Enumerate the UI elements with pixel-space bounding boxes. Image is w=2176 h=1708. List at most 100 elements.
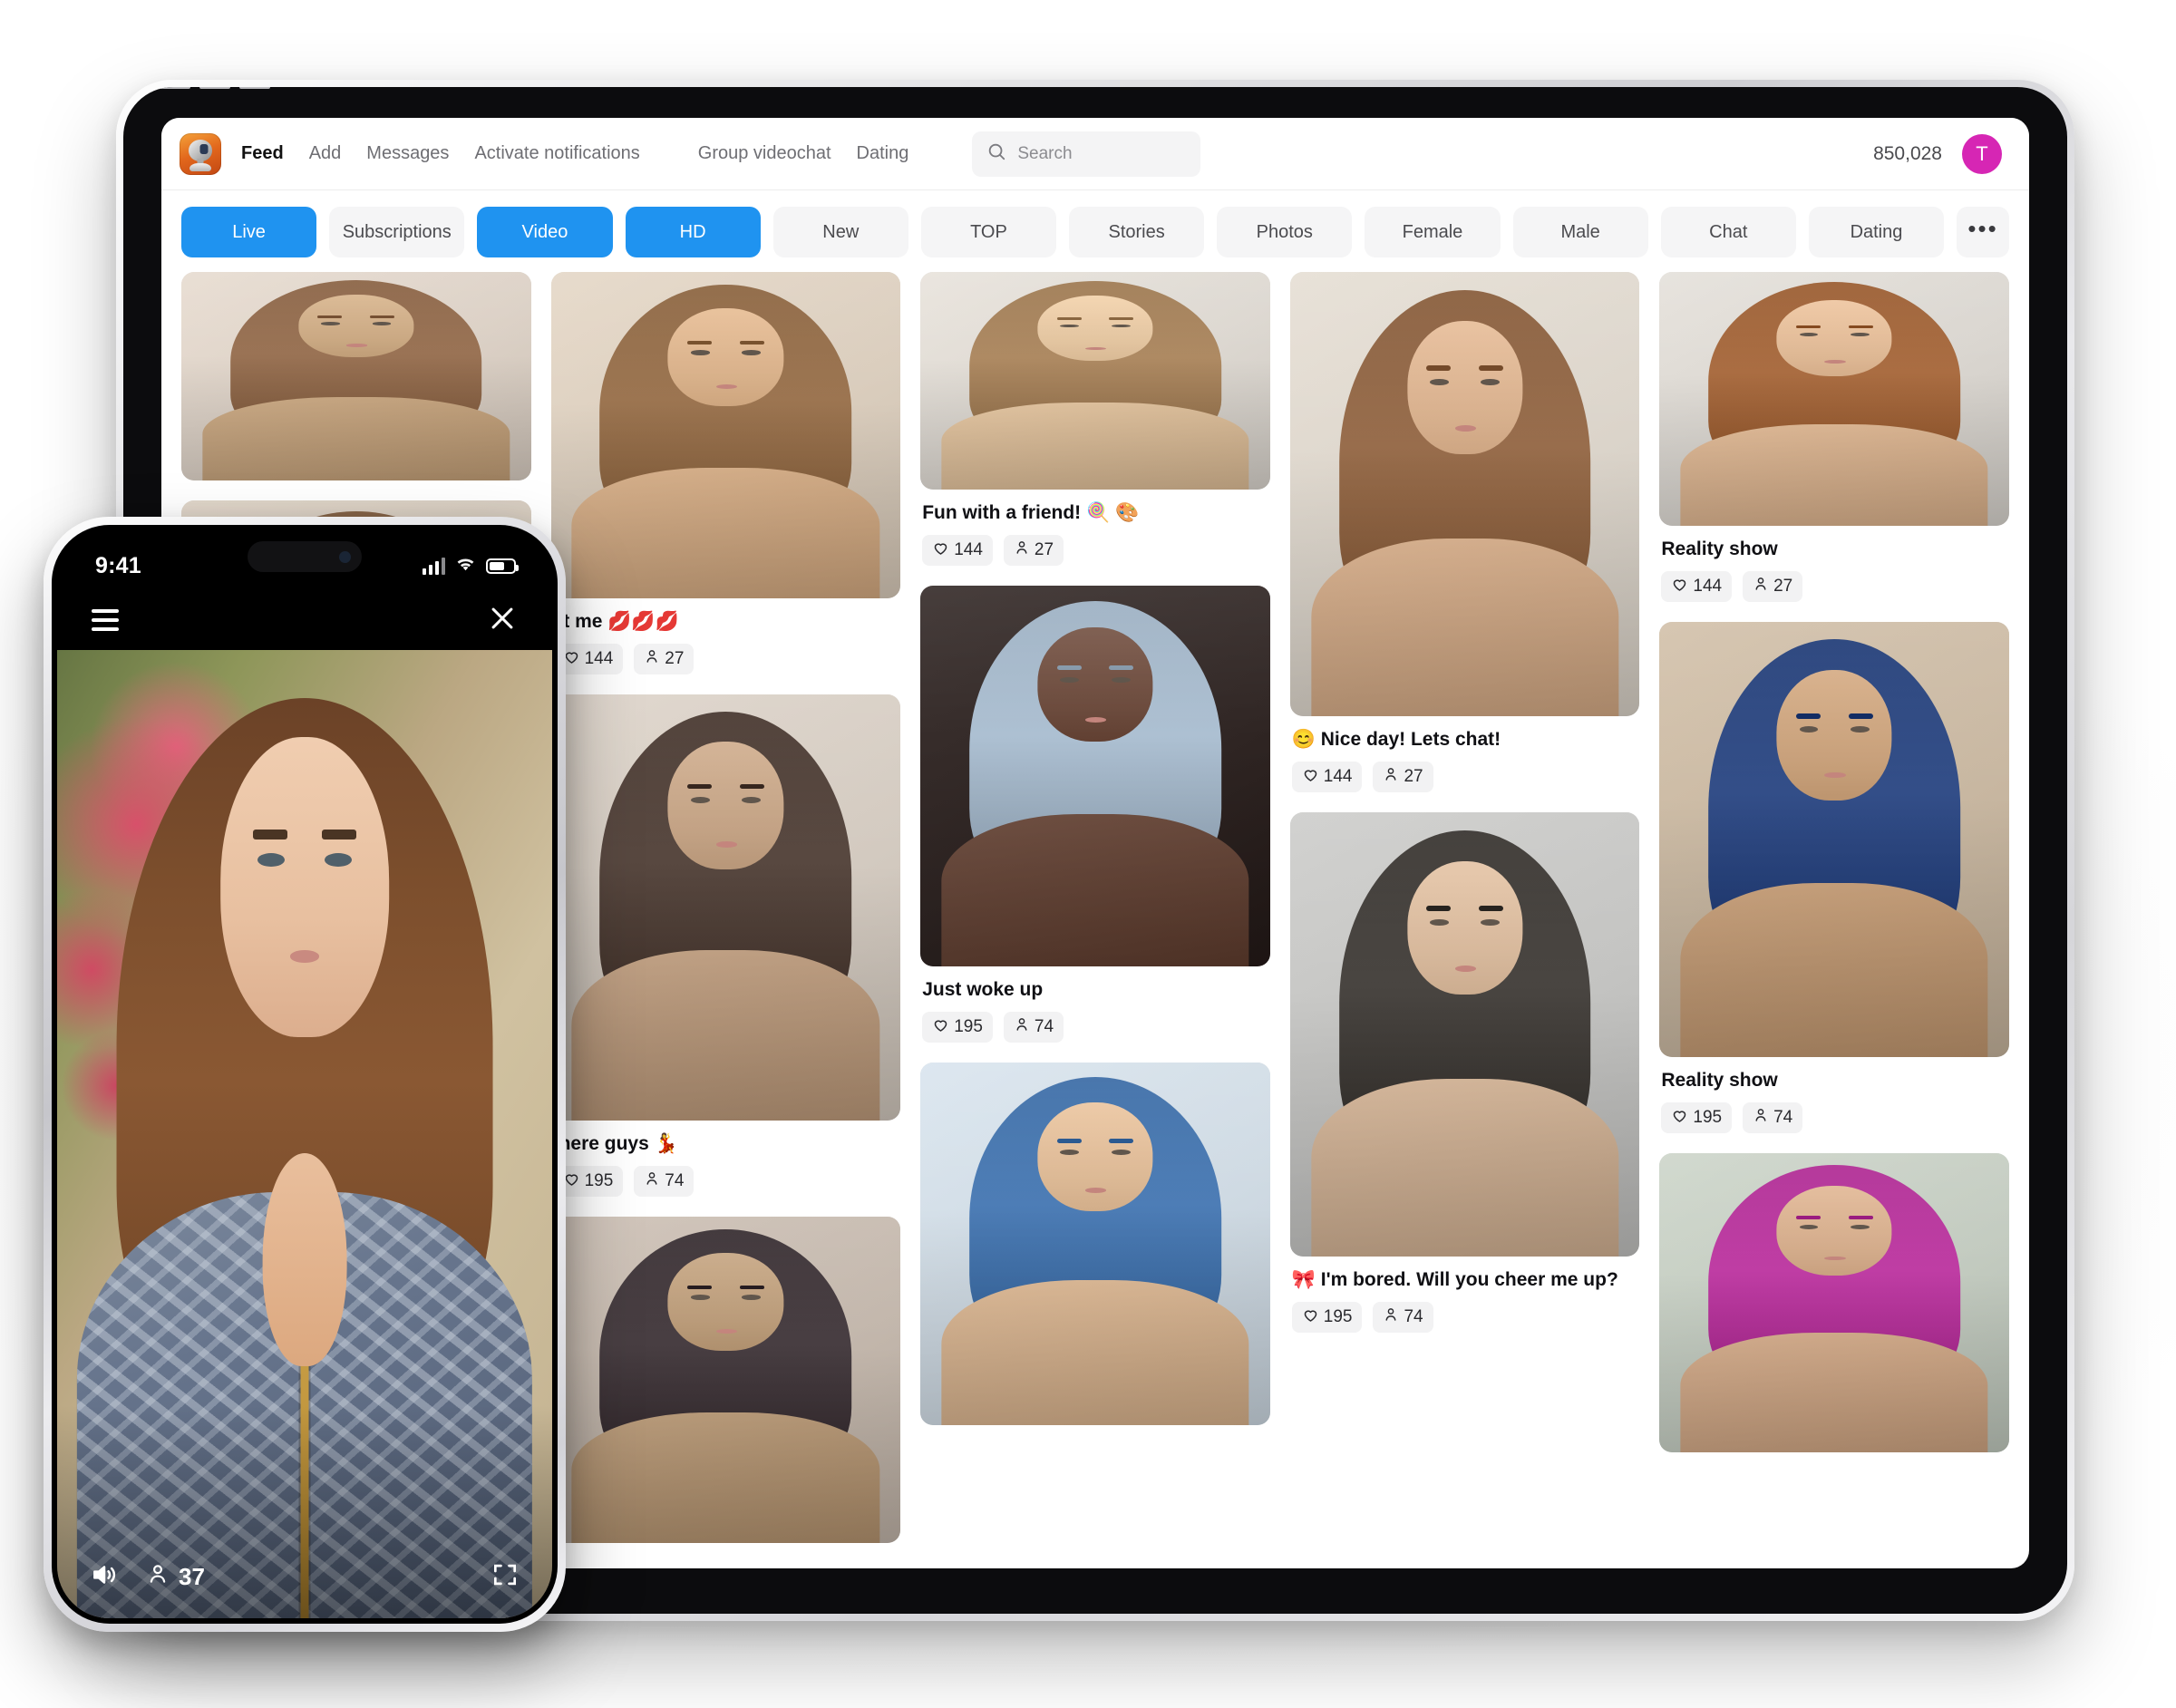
card-caption: Reality show <box>1661 539 1778 559</box>
feed-card[interactable] <box>920 1063 1270 1425</box>
card-thumbnail[interactable] <box>1659 272 2009 526</box>
heart-icon <box>1302 766 1319 789</box>
phone-device-mockup: 9:41 37 <box>44 517 566 1632</box>
feed-card[interactable]: Just woke up 195 74 <box>920 586 1270 1043</box>
card-caption: Reality show <box>1661 1070 1778 1091</box>
search-input[interactable] <box>1017 143 1187 164</box>
heart-icon <box>932 539 949 562</box>
card-thumbnail[interactable] <box>920 586 1270 966</box>
feed-column-5: Reality show 144 27 Reality show 195 74 <box>1659 272 2009 1568</box>
like-count-pill[interactable]: 144 <box>1661 571 1733 602</box>
chip-dating[interactable]: Dating <box>1808 207 1945 257</box>
feed-column-3: Fun with a friend! 🍭 🎨 144 27 Just woke up… <box>920 272 1270 1568</box>
card-stats: 195 74 <box>551 1155 901 1197</box>
feed-card[interactable]: 🎀 I'm bored. Will you cheer me up? 195 74 <box>1289 812 1640 1333</box>
chip-subscriptions[interactable]: Subscriptions <box>329 207 465 257</box>
fullscreen-icon[interactable] <box>491 1560 520 1594</box>
nav-item-activate-notifications[interactable]: Activate notifications <box>474 143 639 164</box>
card-thumbnail[interactable] <box>1289 272 1640 716</box>
card-thumbnail[interactable] <box>181 272 531 480</box>
card-thumbnail[interactable] <box>920 1063 1270 1425</box>
card-thumbnail[interactable] <box>1659 1153 2009 1452</box>
feed-card[interactable] <box>550 1217 901 1543</box>
chip-hd[interactable]: HD <box>625 207 761 257</box>
heart-icon <box>1671 1107 1688 1130</box>
person-icon <box>1753 1107 1769 1129</box>
phone-status-icons <box>423 556 519 577</box>
feed-card[interactable] <box>181 272 531 480</box>
person-icon <box>146 1562 170 1592</box>
viewer-count-pill[interactable]: 74 <box>1373 1302 1433 1333</box>
heart-icon <box>932 1016 949 1039</box>
phone-live-video[interactable]: 37 <box>57 650 552 1618</box>
card-thumbnail[interactable] <box>1659 622 2009 1057</box>
viewer-count-pill[interactable]: 74 <box>1743 1102 1803 1133</box>
nav-item-add[interactable]: Add <box>309 143 342 164</box>
chip-top[interactable]: TOP <box>920 207 1057 257</box>
hamburger-menu-icon[interactable] <box>92 609 119 631</box>
nav-item-group-videochat[interactable]: Group videochat <box>698 143 831 164</box>
card-stats: 144 27 <box>551 633 901 674</box>
like-count-pill[interactable]: 195 <box>922 1012 993 1043</box>
search-box[interactable] <box>972 131 1201 177</box>
chip-video[interactable]: Video <box>477 207 613 257</box>
chip-chat[interactable]: Chat <box>1660 207 1796 257</box>
card-caption: there guys 💃 <box>552 1133 678 1154</box>
like-count-pill[interactable]: 144 <box>922 535 993 566</box>
close-icon[interactable] <box>487 603 518 638</box>
nav-item-dating[interactable]: Dating <box>857 143 909 164</box>
chip-live[interactable]: Live <box>181 207 317 257</box>
chip-male[interactable]: Male <box>1512 207 1648 257</box>
logo-camera-lens <box>199 143 209 154</box>
chip-new[interactable]: New <box>772 207 908 257</box>
card-thumbnail[interactable] <box>550 694 901 1121</box>
chip-more-options[interactable]: ••• <box>1957 207 2010 257</box>
chip-female[interactable]: Female <box>1365 207 1501 257</box>
card-thumbnail[interactable] <box>920 272 1270 490</box>
heart-icon <box>1302 1306 1319 1329</box>
feed-card[interactable]: Fun with a friend! 🍭 🎨 144 27 <box>920 272 1270 566</box>
feed-card[interactable]: there guys 💃 195 74 <box>550 694 901 1197</box>
speaker-volume-icon[interactable] <box>90 1560 119 1594</box>
header-right-group: 850,028 T <box>1873 133 2002 174</box>
viewer-count-pill[interactable]: 27 <box>634 644 695 674</box>
feed-card[interactable]: Reality show 144 27 <box>1659 272 2009 602</box>
chip-stories[interactable]: Stories <box>1069 207 1205 257</box>
feed-column-2: st me 💋💋💋 144 27 there guys 💃 195 74 <box>550 272 901 1568</box>
viewer-count-pill[interactable]: 27 <box>1743 571 1803 602</box>
feed-card[interactable]: st me 💋💋💋 144 27 <box>550 272 901 674</box>
person-icon <box>644 648 660 670</box>
app-header: Feed Add Messages Activate notifications… <box>161 118 2029 190</box>
like-count-pill[interactable]: 195 <box>1661 1102 1733 1133</box>
viewer-count-pill[interactable]: 74 <box>634 1166 695 1197</box>
nav-item-feed[interactable]: Feed <box>241 143 284 164</box>
viewer-count-pill[interactable]: 74 <box>1003 1012 1064 1043</box>
like-count-value: 195 <box>954 1017 983 1036</box>
card-thumbnail[interactable] <box>1289 812 1640 1257</box>
feed-card[interactable]: Reality show 195 74 <box>1659 622 2009 1133</box>
card-thumbnail[interactable] <box>550 1217 901 1543</box>
phone-status-bar: 9:41 <box>57 530 552 590</box>
nav-item-messages[interactable]: Messages <box>366 143 449 164</box>
webcam-logo-icon[interactable] <box>180 132 221 175</box>
viewer-count-pill[interactable]: 27 <box>1373 762 1433 792</box>
like-count-pill[interactable]: 195 <box>1291 1302 1363 1333</box>
avatar[interactable]: T <box>1962 133 2002 174</box>
wifi-icon <box>455 556 476 577</box>
card-stats: 144 27 <box>1290 751 1640 792</box>
card-caption: Fun with a friend! 🍭 🎨 <box>922 502 1140 523</box>
viewer-count-value: 74 <box>665 1171 685 1190</box>
feed-card[interactable] <box>1659 1153 2009 1452</box>
chip-photos[interactable]: Photos <box>1217 207 1353 257</box>
card-thumbnail[interactable] <box>550 272 901 598</box>
like-count-value: 195 <box>584 1171 614 1190</box>
feed-card[interactable]: 😊 Nice day! Lets chat! 144 27 <box>1289 272 1640 792</box>
viewer-count-value: 27 <box>1034 540 1054 559</box>
like-count-pill[interactable]: 144 <box>1291 762 1363 792</box>
phone-viewer-number: 37 <box>179 1562 205 1590</box>
like-count-value: 195 <box>1323 1307 1353 1326</box>
viewer-count-pill[interactable]: 27 <box>1003 535 1064 566</box>
card-caption: st me 💋💋💋 <box>552 611 679 632</box>
like-count-value: 144 <box>584 649 614 668</box>
card-stats: 195 74 <box>1290 1291 1640 1333</box>
